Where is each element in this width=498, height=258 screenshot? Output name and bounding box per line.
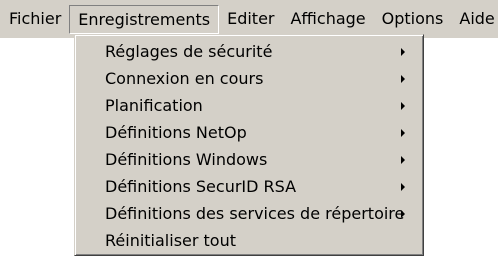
menu-item-reinitialiser-tout[interactable]: Réinitialiser tout xyxy=(75,227,423,254)
chevron-right-icon xyxy=(401,75,405,83)
menu-item-label: Connexion en cours xyxy=(105,69,264,88)
menu-item-label: Planification xyxy=(105,96,203,115)
menu-aide[interactable]: Aide xyxy=(451,5,498,34)
menu-item-planification[interactable]: Planification xyxy=(75,92,423,119)
menu-item-label: Réglages de sécurité xyxy=(105,42,273,61)
menu-item-definitions-services-repertoire[interactable]: Définitions des services de répertoire xyxy=(75,200,423,227)
menu-item-definitions-windows[interactable]: Définitions Windows xyxy=(75,146,423,173)
menu-enregistrements[interactable]: Enregistrements xyxy=(69,4,220,34)
menu-bar: Fichier Enregistrements Editer Affichage… xyxy=(0,0,498,38)
menu-item-definitions-securid-rsa[interactable]: Définitions SecurID RSA xyxy=(75,173,423,200)
menu-affichage[interactable]: Affichage xyxy=(282,5,373,34)
menu-item-label: Réinitialiser tout xyxy=(105,231,237,250)
menu-item-label: Définitions Windows xyxy=(105,150,268,169)
menu-item-label: Définitions NetOp xyxy=(105,123,247,142)
chevron-right-icon xyxy=(401,102,405,110)
menu-editer[interactable]: Editer xyxy=(219,5,282,34)
chevron-right-icon xyxy=(401,156,405,164)
menu-item-label: Définitions SecurID RSA xyxy=(105,177,297,196)
chevron-right-icon xyxy=(401,129,405,137)
menu-item-definitions-netop[interactable]: Définitions NetOp xyxy=(75,119,423,146)
chevron-right-icon xyxy=(401,183,405,191)
chevron-right-icon xyxy=(401,48,405,56)
application-window: Fichier Enregistrements Editer Affichage… xyxy=(0,0,498,258)
menu-options[interactable]: Options xyxy=(374,5,452,34)
menu-item-label: Définitions des services de répertoire xyxy=(105,204,405,223)
menu-item-connexion-en-cours[interactable]: Connexion en cours xyxy=(75,65,423,92)
menu-item-reglages-securite[interactable]: Réglages de sécurité xyxy=(75,38,423,65)
menu-fichier[interactable]: Fichier xyxy=(1,5,69,34)
chevron-right-icon xyxy=(401,210,405,218)
enregistrements-dropdown-menu: Réglages de sécurité Connexion en cours … xyxy=(74,34,424,256)
